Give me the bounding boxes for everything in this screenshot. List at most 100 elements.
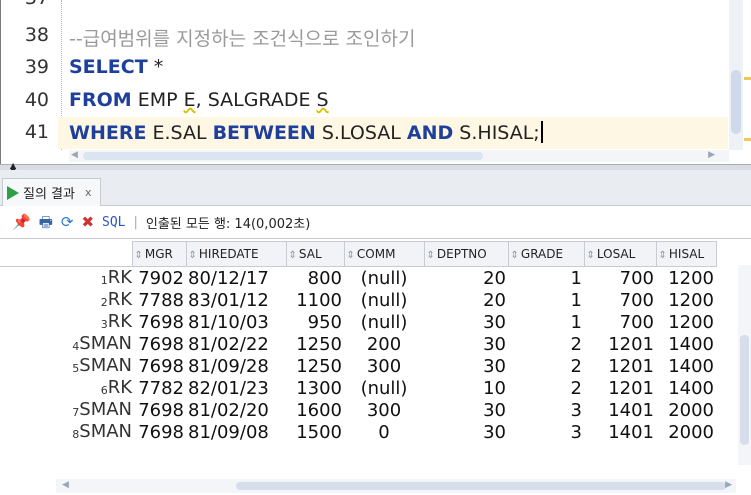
table-cell[interactable]: 81/09/28 [186,355,286,377]
column-header-losal[interactable]: ⇕ LOSAL [583,241,657,267]
grid-horizontal-scrollbar[interactable]: ◀ ▶ [56,479,736,493]
table-cell[interactable]: 30 [424,399,508,421]
row-number-cell[interactable]: 5SMAN [0,355,132,377]
table-cell[interactable]: 1201 [584,377,656,399]
row-number-cell[interactable]: 1RK [0,267,132,290]
table-cell[interactable]: 200 [344,333,424,355]
table-cell[interactable]: 83/01/12 [186,289,286,311]
table-cell[interactable]: 7698 [132,355,186,377]
table-cell[interactable]: 1600 [286,399,344,421]
sql-button[interactable]: SQL [102,215,125,230]
table-cell[interactable]: 20 [424,267,508,290]
export-icon[interactable]: ✖ [81,214,94,230]
table-cell[interactable]: 1 [508,311,584,333]
table-cell[interactable]: 1401 [584,421,656,443]
table-cell[interactable]: 0 [344,421,424,443]
code-line-39[interactable]: SELECT * [69,56,163,78]
row-number-cell[interactable]: 4SMAN [0,333,132,355]
warning-marker[interactable] [744,138,751,141]
scroll-right-arrow-icon[interactable]: ▶ [725,480,732,490]
sql-editor[interactable]: 37 38 --급여범위를 지정하는 조건식으로 조인하기 39 SELECT … [0,0,751,164]
table-cell[interactable]: 81/02/20 [186,399,286,421]
table-cell[interactable]: 1250 [286,355,344,377]
scroll-left-arrow-icon[interactable]: ◀ [62,480,69,490]
table-cell[interactable]: 300 [344,355,424,377]
table-row[interactable]: 8SMAN 7698 81/09/08 1500 0 30 3 1401 2000 [0,421,716,443]
print-icon[interactable]: 🖶 [39,214,53,230]
close-tab-icon[interactable]: x [85,186,92,199]
table-cell[interactable]: 30 [424,355,508,377]
table-cell[interactable]: 30 [424,421,508,443]
table-cell[interactable]: 1400 [656,377,716,399]
column-header-mgr[interactable]: ⇕ MGR [131,241,187,267]
column-header-hiredate[interactable]: ⇕ HIREDATE [185,241,287,267]
pin-icon[interactable]: 📌 [12,214,31,230]
table-cell[interactable]: 2000 [656,421,716,443]
table-row[interactable]: 1RK 7902 80/12/17 800 (null) 20 1 700 1200 [0,267,716,290]
table-cell[interactable]: 80/12/17 [186,267,286,290]
row-number-cell[interactable]: 6RK [0,377,132,399]
row-number-cell[interactable]: 3RK [0,311,132,333]
table-cell[interactable]: 1300 [286,377,344,399]
table-cell[interactable]: 1201 [584,355,656,377]
table-cell[interactable]: 700 [584,267,656,290]
table-cell[interactable]: 1400 [656,333,716,355]
table-cell[interactable]: 3 [508,421,584,443]
table-cell[interactable]: 7698 [132,421,186,443]
table-cell[interactable]: 1200 [656,311,716,333]
table-row[interactable]: 3RK 7698 81/10/03 950 (null) 30 1 700 1200 [0,311,716,333]
table-cell[interactable]: 30 [424,333,508,355]
table-cell[interactable]: 2 [508,377,584,399]
code-line-41[interactable]: WHERE E.SAL BETWEEN S.LOSAL AND S.HISAL; [69,121,543,144]
table-cell[interactable]: 20 [424,289,508,311]
scrollbar-thumb[interactable] [740,335,749,445]
row-number-cell[interactable]: 2RK [0,289,132,311]
table-cell[interactable]: 2000 [656,399,716,421]
table-cell[interactable]: 7902 [132,267,186,290]
table-cell[interactable]: 30 [424,311,508,333]
table-cell[interactable]: 10 [424,377,508,399]
table-cell[interactable]: 2 [508,355,584,377]
table-cell[interactable]: 1200 [656,289,716,311]
table-cell[interactable]: 7698 [132,333,186,355]
column-header-hisal[interactable]: ⇕ HISAL [655,241,717,267]
tab-query-result[interactable]: 질의 결과 x [2,178,101,206]
table-cell[interactable]: (null) [344,267,424,290]
refresh-icon[interactable]: ⟳ [61,214,74,230]
results-grid[interactable]: ⇕ MGR ⇕ HIREDATE ⇕ SAL ⇕ COMM ⇕ DEPTNO ⇕ GRADE… [0,238,751,495]
table-cell[interactable]: 700 [584,289,656,311]
table-row[interactable]: 6RK 7782 82/01/23 1300 (null) 10 2 1201 1400 [0,377,716,399]
row-number-cell[interactable]: 8SMAN [0,421,132,443]
table-cell[interactable]: 2 [508,333,584,355]
table-cell[interactable]: 1 [508,289,584,311]
column-header-comm[interactable]: ⇕ COMM [343,241,425,267]
table-cell[interactable]: 1401 [584,399,656,421]
scroll-left-arrow-icon[interactable]: ◀ [71,150,78,160]
table-cell[interactable]: 82/01/23 [186,377,286,399]
table-cell[interactable]: 7782 [132,377,186,399]
warning-marker[interactable] [744,77,751,80]
table-row[interactable]: 2RK 7788 83/01/12 1100 (null) 20 1 700 1200 [0,289,716,311]
code-line-40[interactable]: FROM EMP E, SALGRADE S [69,89,329,111]
scrollbar-thumb[interactable] [83,152,483,160]
editor-vertical-scrollbar[interactable] [729,0,743,150]
table-cell[interactable]: 7698 [132,311,186,333]
table-cell[interactable]: 1 [508,267,584,290]
table-cell[interactable]: 1400 [656,355,716,377]
scrollbar-thumb[interactable] [236,482,726,490]
code-line-38[interactable]: --급여범위를 지정하는 조건식으로 조인하기 [69,24,415,51]
column-header-grade[interactable]: ⇕ GRADE [507,241,585,267]
table-cell[interactable]: 950 [286,311,344,333]
table-row[interactable]: 5SMAN 7698 81/09/28 1250 300 30 2 1201 1400 [0,355,716,377]
column-header-deptno[interactable]: ⇕ DEPTNO [423,241,509,267]
table-cell[interactable]: 700 [584,311,656,333]
table-cell[interactable]: (null) [344,289,424,311]
table-cell[interactable]: 7788 [132,289,186,311]
scroll-right-arrow-icon[interactable]: ▶ [708,150,715,160]
table-cell[interactable]: 1500 [286,421,344,443]
table-cell[interactable]: 800 [286,267,344,290]
table-cell[interactable]: (null) [344,311,424,333]
table-cell[interactable]: 1250 [286,333,344,355]
table-cell[interactable]: (null) [344,377,424,399]
table-cell[interactable]: 81/09/08 [186,421,286,443]
